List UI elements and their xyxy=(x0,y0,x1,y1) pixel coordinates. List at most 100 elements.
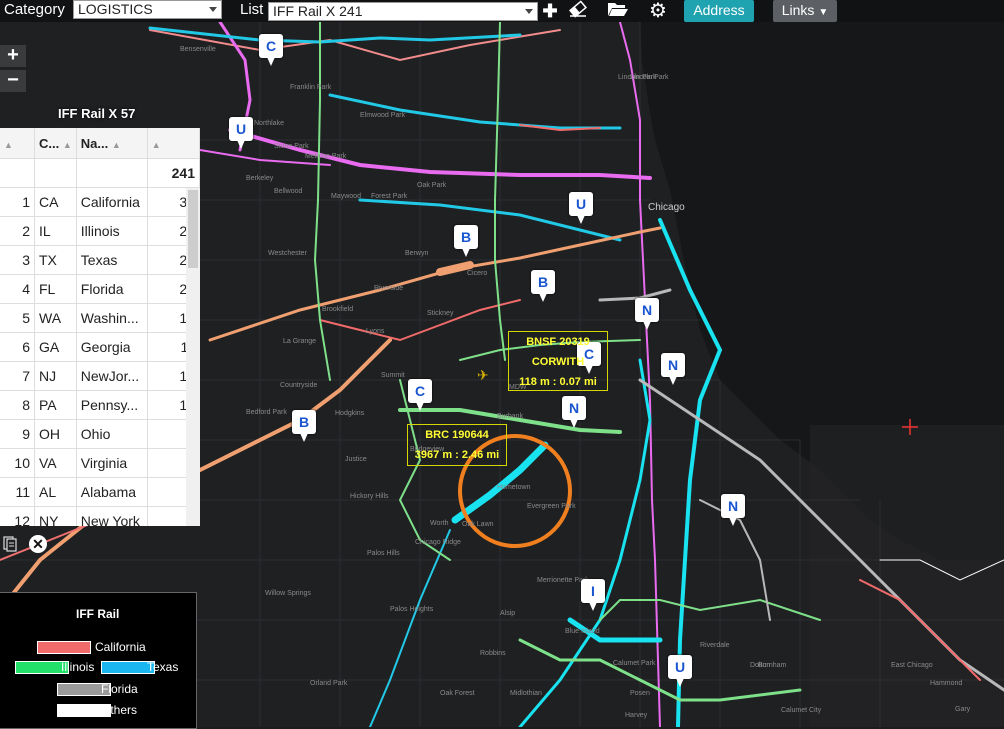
info-box-line: CORWITH xyxy=(531,356,585,368)
place-label: Justice xyxy=(345,456,367,463)
info-box-brc[interactable]: BRC 190644 3967 m : 2.46 mi xyxy=(407,424,507,466)
total-blank-cell xyxy=(0,158,35,188)
place-label: Stone Park xyxy=(274,143,309,150)
zoom-in-button[interactable]: + xyxy=(0,45,26,67)
place-label: Palos Hills xyxy=(367,550,400,557)
place-label: La Grange xyxy=(283,338,317,345)
state-name: Texas xyxy=(76,245,148,275)
state-code: NJ xyxy=(34,361,77,391)
close-icon[interactable]: ✕ xyxy=(29,535,47,553)
place-label: Oak Park xyxy=(417,182,447,189)
table-row[interactable]: 9OHOhio9 xyxy=(0,419,200,449)
map-marker-b[interactable]: B xyxy=(531,270,555,302)
sort-column-header[interactable]: ▲ xyxy=(0,128,35,159)
sort-arrow-icon: ▲ xyxy=(111,139,121,150)
table-row[interactable]: 8PAPennsy...10 xyxy=(0,390,200,420)
place-label: Northlake xyxy=(254,120,284,127)
table-row[interactable]: 10VAVirginia7 xyxy=(0,448,200,478)
map-marker-u[interactable]: U xyxy=(569,192,593,224)
gear-icon[interactable]: ⚙ xyxy=(647,0,669,22)
info-box-line: 3967 m : 2.46 mi xyxy=(414,449,500,461)
category-select-value: LOGISTICS xyxy=(78,1,153,17)
list-select[interactable]: IFF Rail X 241 xyxy=(268,2,538,21)
info-box-line: 118 m : 0.07 mi xyxy=(519,376,597,388)
sort-arrow-icon: ▲ xyxy=(4,139,13,150)
place-label: Bensenville xyxy=(180,46,216,53)
folder-open-icon[interactable] xyxy=(607,0,629,22)
state-code: FL xyxy=(34,274,77,304)
code-column-header[interactable]: C... ▲ xyxy=(34,128,77,159)
place-label: Melrose Park xyxy=(305,153,347,160)
caret-down-icon: ▼ xyxy=(818,7,829,18)
export-icon[interactable] xyxy=(3,536,17,552)
place-label: Robbins xyxy=(480,650,506,657)
place-label: Franklin Park xyxy=(290,84,332,91)
map-marker-b[interactable]: B xyxy=(454,225,478,257)
state-code: VA xyxy=(34,448,77,478)
table-total-row: 241 xyxy=(0,158,200,188)
count-column-header[interactable]: ▲ xyxy=(147,128,200,159)
place-label: Lincoln Park xyxy=(630,74,669,81)
map-marker-n[interactable]: N xyxy=(635,298,659,330)
legend-label-others: Others xyxy=(101,703,138,717)
category-select[interactable]: LOGISTICS xyxy=(73,0,222,19)
links-button[interactable]: Links ▼ xyxy=(773,0,837,22)
map-marker-n[interactable]: N xyxy=(562,396,586,428)
table-row[interactable]: 6GAGeorgia11 xyxy=(0,332,200,362)
total-count: 241 xyxy=(147,158,200,188)
table-header-row: ▲ C... ▲ Na... ▲ ▲ xyxy=(0,128,200,159)
table-row[interactable]: 2ILIllinois23 xyxy=(0,216,200,246)
map-marker-c[interactable]: C xyxy=(259,34,283,66)
scrollbar-thumb[interactable] xyxy=(188,190,198,268)
map-marker-n[interactable]: N xyxy=(661,353,685,385)
table-row[interactable]: 4FLFlorida20 xyxy=(0,274,200,304)
sort-arrow-icon: ▲ xyxy=(151,139,161,150)
state-name: Alabama xyxy=(76,477,148,507)
address-button[interactable]: Address xyxy=(684,0,754,22)
place-label: Maywood xyxy=(331,193,361,200)
row-number: 2 xyxy=(0,216,35,246)
place-label: Forest Park xyxy=(371,193,408,200)
table-row[interactable]: 12NYNew York6 xyxy=(0,506,200,526)
state-code: OH xyxy=(34,419,77,449)
legend-label-texas: Texas xyxy=(147,660,179,674)
map-marker-c[interactable]: C xyxy=(408,379,432,411)
place-label: Hammond xyxy=(930,680,963,687)
legend-title: IFF Rail xyxy=(76,607,120,621)
state-code: TX xyxy=(34,245,77,275)
chevron-down-icon xyxy=(209,7,217,12)
code-header-label: C... xyxy=(39,135,60,151)
place-label: Blue Island xyxy=(565,628,600,635)
total-blank-cell xyxy=(34,158,77,188)
table-row[interactable]: 11ALAlabama6 xyxy=(0,477,200,507)
info-box-bnsf[interactable]: BNSF 20319 CORWITH 118 m : 0.07 mi xyxy=(508,331,608,391)
map-legend: IFF Rail California Illinois Texas Flori… xyxy=(0,592,197,729)
place-label: Worth xyxy=(430,520,449,527)
list-select-value: IFF Rail X 241 xyxy=(273,3,363,19)
table-row[interactable]: 5WAWashin...16 xyxy=(0,303,200,333)
place-label: Hickory Hills xyxy=(350,493,389,500)
plus-icon[interactable]: ✚ xyxy=(539,0,561,22)
map-marker-i[interactable]: I xyxy=(581,579,605,611)
row-number: 9 xyxy=(0,419,35,449)
map-marker-u[interactable]: U xyxy=(229,117,253,149)
zoom-out-button[interactable]: − xyxy=(0,70,26,92)
table-row[interactable]: 7NJNewJor...10 xyxy=(0,361,200,391)
map-marker-b[interactable]: B xyxy=(292,410,316,442)
map-marker-n[interactable]: N xyxy=(721,494,745,526)
table-row[interactable]: 1CACalifornia30 xyxy=(0,187,200,217)
legend-swatch-california xyxy=(37,641,91,654)
state-name: Georgia xyxy=(76,332,148,362)
map-marker-u[interactable]: U xyxy=(668,655,692,687)
row-number: 11 xyxy=(0,477,35,507)
lake-calumet-area xyxy=(810,425,1004,727)
row-number: 5 xyxy=(0,303,35,333)
state-name: New York xyxy=(76,506,148,526)
row-number: 1 xyxy=(0,187,35,217)
place-label: Westchester xyxy=(268,250,307,257)
table-scrollbar[interactable] xyxy=(186,188,200,526)
table-row[interactable]: 3TXTexas20 xyxy=(0,245,200,275)
eraser-icon[interactable] xyxy=(567,0,589,22)
name-column-header[interactable]: Na... ▲ xyxy=(76,128,148,159)
place-label: Orland Park xyxy=(310,680,348,687)
